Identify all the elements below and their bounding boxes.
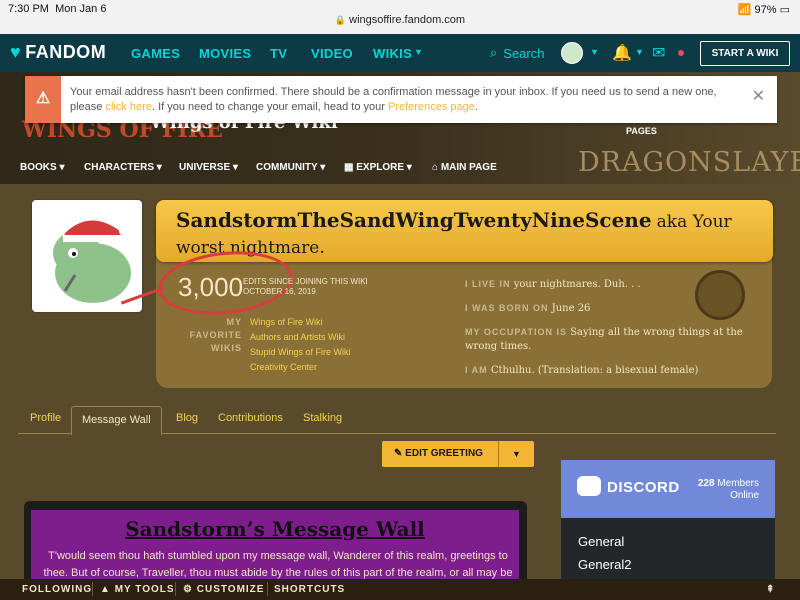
bottom-toolbar: FOLLOWING ▲ MY TOOLS ⚙ CUSTOMIZE SHORTCU… bbox=[0, 579, 800, 600]
divider bbox=[92, 582, 93, 596]
favorite-wiki-link[interactable]: Wings of Fire Wiki bbox=[250, 315, 351, 330]
discord-icon bbox=[577, 476, 601, 496]
nav-movies[interactable]: MOVIES bbox=[199, 46, 251, 61]
favorite-wikis-label: MY FAVORITE WIKIS bbox=[189, 317, 242, 353]
nav-games[interactable]: GAMES bbox=[131, 46, 180, 61]
chevron-down-icon: ▼ bbox=[590, 47, 599, 57]
profile-username: SandstormTheSandWingTwentyNineScene bbox=[176, 208, 652, 232]
tab-blog[interactable]: Blog bbox=[176, 412, 198, 424]
nav-tv[interactable]: TV bbox=[270, 46, 287, 61]
mail-icon[interactable]: ✉ bbox=[652, 43, 665, 63]
divider bbox=[267, 582, 268, 596]
user-avatar-button[interactable] bbox=[561, 42, 583, 64]
favorite-wiki-link[interactable]: Authors and Artists Wiki bbox=[250, 330, 351, 345]
close-icon[interactable]: ✕ bbox=[752, 86, 765, 106]
discord-channel[interactable]: General bbox=[578, 534, 624, 549]
discord-brand: DISCORD bbox=[607, 479, 680, 496]
my-tools-button[interactable]: ▲ MY TOOLS bbox=[100, 584, 175, 595]
fandom-global-nav: ♥ FANDOM GAMES MOVIES TV VIDEO WIKIS ▼ ⌕ S… bbox=[0, 34, 800, 72]
tab-message-wall[interactable]: Message Wall bbox=[71, 406, 162, 435]
wiki-nav-main-page[interactable]: ⌂ MAIN PAGE bbox=[432, 162, 497, 173]
banner-message: Your email address hasn't been confirmed… bbox=[70, 86, 717, 113]
fandom-logo[interactable]: ♥ FANDOM bbox=[10, 42, 106, 63]
discord-channel[interactable]: General2 bbox=[578, 557, 631, 572]
discord-widget[interactable]: DISCORD 228 Members Online General Genera… bbox=[561, 460, 775, 585]
following-button[interactable]: FOLLOWING bbox=[22, 584, 92, 595]
explore-icon: ▦ bbox=[344, 162, 354, 173]
edit-greeting-button[interactable]: ✎ EDIT GREETING ▼ bbox=[382, 441, 534, 467]
tab-profile[interactable]: Profile bbox=[30, 412, 61, 424]
wiki-nav-universe[interactable]: UNIVERSE ▾ bbox=[179, 162, 238, 173]
edit-count-label: EDITS SINCE JOINING THIS WIKI OCTOBER 16,… bbox=[243, 277, 368, 296]
message-wall-greeting: Sandstorm’s Message Wall T'would seem th… bbox=[24, 501, 527, 596]
shortcuts-button[interactable]: SHORTCUTS bbox=[274, 584, 345, 595]
notification-dot bbox=[678, 50, 684, 56]
wiki-badge-emblem bbox=[695, 270, 745, 320]
preferences-link[interactable]: Preferences page bbox=[388, 101, 475, 113]
greeting-box: Sandstorm’s Message Wall T'would seem th… bbox=[31, 510, 519, 596]
edit-count: 3,000 bbox=[178, 272, 244, 302]
home-icon: ⌂ bbox=[432, 162, 439, 173]
favorite-wikis-list: Wings of Fire Wiki Authors and Artists W… bbox=[250, 315, 351, 375]
discord-member-count: 228 Members Online bbox=[697, 478, 759, 501]
divider bbox=[175, 582, 176, 596]
nav-wikis[interactable]: WIKIS bbox=[373, 46, 412, 61]
status-bar: 7:30 PM Mon Jan 6 🔒 wingsoffire.fandom.co… bbox=[0, 0, 800, 34]
wiki-nav-community[interactable]: COMMUNITY ▾ bbox=[256, 162, 325, 173]
address-bar[interactable]: 🔒 wingsoffire.fandom.com bbox=[0, 14, 800, 26]
pencil-icon: ✎ bbox=[394, 448, 403, 459]
profile-avatar bbox=[32, 200, 142, 312]
start-a-wiki-button[interactable]: START A WIKI bbox=[700, 41, 790, 66]
favorite-wiki-link[interactable]: Stupid Wings of Fire Wiki bbox=[250, 345, 351, 360]
search-icon: ⌕ bbox=[490, 45, 498, 60]
wiki-nav-books[interactable]: BOOKS ▾ bbox=[20, 162, 64, 173]
chevron-down-icon: ▼ bbox=[414, 47, 423, 57]
email-confirmation-banner: ⚠ Your email address hasn't been confirm… bbox=[25, 76, 777, 123]
collapse-icon[interactable]: ⇞ bbox=[766, 584, 775, 595]
tab-contributions[interactable]: Contributions bbox=[218, 412, 283, 424]
favorite-wiki-link[interactable]: Creativity Center bbox=[250, 360, 351, 375]
message-wall-title: Sandstorm’s Message Wall bbox=[125, 517, 425, 541]
battery-indicator: 📶 97% ▭ bbox=[737, 4, 790, 16]
warning-icon: ⚠ bbox=[25, 76, 61, 123]
chevron-down-icon[interactable]: ▼ bbox=[498, 441, 534, 467]
wiki-nav-explore[interactable]: ▦ EXPLORE ▾ bbox=[344, 162, 412, 173]
header-banner-art: DRAGONSLAYER bbox=[578, 147, 800, 178]
pages-label: PAGES bbox=[626, 126, 657, 136]
avatar-image bbox=[35, 203, 139, 309]
customize-button[interactable]: ⚙ CUSTOMIZE bbox=[183, 584, 264, 595]
profile-aka: aka Your bbox=[656, 212, 732, 232]
discord-header: DISCORD 228 Members Online bbox=[561, 460, 775, 518]
wiki-nav-characters[interactable]: CHARACTERS ▾ bbox=[84, 162, 162, 173]
fandom-heart-icon: ♥ bbox=[10, 42, 22, 62]
search-button[interactable]: ⌕ Search bbox=[490, 45, 544, 61]
click-here-link[interactable]: click here bbox=[105, 101, 151, 113]
lock-icon: 🔒 bbox=[334, 15, 347, 25]
chevron-down-icon: ▼ bbox=[635, 47, 644, 57]
info-am: I AM Cthulhu. (Translation: a bisexual f… bbox=[465, 365, 699, 376]
profile-tabs: Profile Message Wall Blog Contributions … bbox=[18, 406, 776, 435]
nav-video[interactable]: VIDEO bbox=[311, 46, 353, 61]
gear-icon: ⚙ bbox=[183, 584, 193, 595]
info-occupation: MY OCCUPATION IS Saying all the wrong th… bbox=[465, 327, 743, 352]
bell-icon[interactable]: 🔔 bbox=[612, 43, 632, 63]
caret-up-icon: ▲ bbox=[100, 584, 111, 595]
tab-stalking[interactable]: Stalking bbox=[303, 412, 342, 424]
